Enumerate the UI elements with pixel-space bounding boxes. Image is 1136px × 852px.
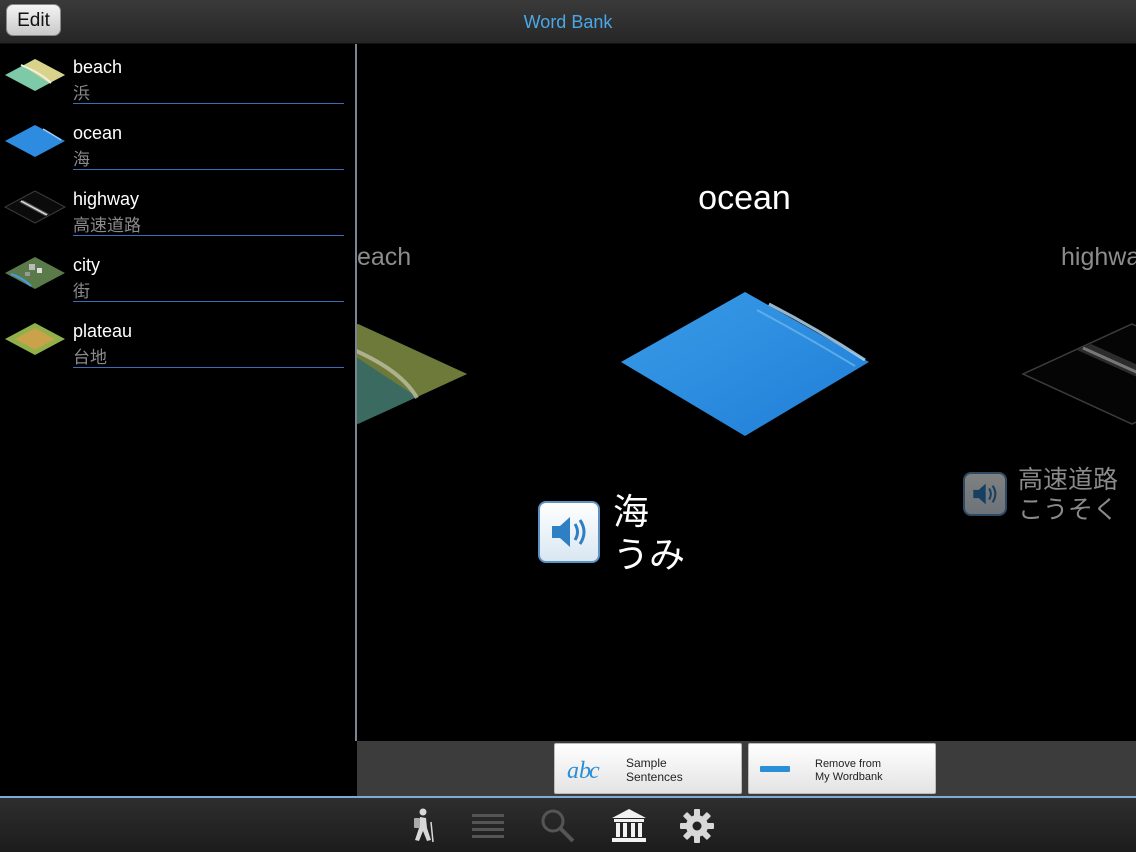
plateau-icon [5, 323, 65, 355]
word-list: beach 浜 ocean 海 highway 高速道路 city 街 plat… [0, 44, 355, 796]
beach-tile-image[interactable] [357, 322, 469, 426]
tab-wordbank[interactable] [609, 806, 649, 846]
speaker-icon [552, 517, 586, 547]
sample-sentences-label-2: Sentences [626, 770, 683, 784]
word-japanese: 台地 [73, 348, 107, 367]
tab-bar [0, 796, 1136, 852]
word-english: beach [73, 57, 123, 77]
highway-tile-image[interactable] [1021, 322, 1136, 426]
sample-sentences-label-1: Sample [626, 756, 667, 770]
word-carousel[interactable]: each ocean 海 うみ highwa 高速道路 こうそく [357, 44, 1136, 741]
next-word-title: highwa [1061, 243, 1136, 271]
navigation-bar: Word Bank Edit [0, 0, 1136, 44]
current-word-title: ocean [698, 179, 791, 217]
list-item-beach[interactable]: beach 浜 [0, 44, 355, 110]
list-item-highway[interactable]: highway 高速道路 [0, 176, 355, 242]
word-english: plateau [73, 321, 133, 341]
play-audio-button[interactable] [538, 501, 600, 563]
list-item-ocean[interactable]: ocean 海 [0, 110, 355, 176]
action-bar: a b c Sample Sentences Remove from My Wo… [357, 741, 1136, 796]
highway-icon [3, 190, 67, 224]
next-play-audio-button[interactable] [963, 472, 1007, 516]
separator [73, 301, 344, 302]
magnifier-icon [541, 809, 575, 843]
beach-icon [5, 59, 65, 91]
ocean-icon [5, 125, 65, 157]
kanji-reading: 海 [613, 491, 650, 532]
remove-label-2: My Wordbank [815, 771, 883, 783]
previous-word-title: each [357, 243, 412, 271]
word-japanese: 海 [73, 150, 90, 169]
word-english: city [73, 255, 100, 275]
minus-icon [760, 766, 790, 772]
word-japanese: 高速道路 [73, 216, 141, 235]
separator [73, 367, 344, 368]
city-icon [5, 257, 65, 289]
separator [73, 103, 344, 104]
page-title: Word Bank [523, 12, 613, 32]
museum-icon [612, 809, 646, 842]
list-icon [472, 814, 504, 838]
speaker-icon [973, 483, 997, 505]
sample-sentences-button[interactable]: a b c Sample Sentences [554, 743, 742, 794]
ocean-tile-image[interactable] [619, 290, 871, 438]
tab-list[interactable] [468, 806, 508, 846]
edit-button[interactable]: Edit [6, 4, 61, 36]
next-kanji-reading: 高速道路 [1018, 466, 1119, 494]
gear-icon [680, 809, 714, 843]
kana-reading: うみ [613, 534, 686, 575]
svg-text:a: a [567, 758, 579, 784]
word-japanese: 浜 [73, 84, 90, 103]
tab-settings[interactable] [677, 806, 717, 846]
remove-label-1: Remove from [815, 758, 882, 770]
tab-explore[interactable] [402, 806, 442, 846]
list-item-city[interactable]: city 街 [0, 242, 355, 308]
remove-from-wordbank-button[interactable]: Remove from My Wordbank [748, 743, 936, 794]
sample-sentences-icon: a b c [567, 758, 600, 784]
svg-text:c: c [589, 758, 600, 784]
tab-search[interactable] [538, 806, 578, 846]
word-english: ocean [73, 123, 123, 143]
list-item-plateau[interactable]: plateau 台地 [0, 308, 355, 374]
separator [73, 235, 344, 236]
separator [73, 169, 344, 170]
hiker-icon [414, 808, 434, 843]
next-kana-reading: こうそく [1018, 496, 1119, 524]
word-japanese: 街 [73, 282, 90, 301]
word-english: highway [73, 189, 140, 209]
